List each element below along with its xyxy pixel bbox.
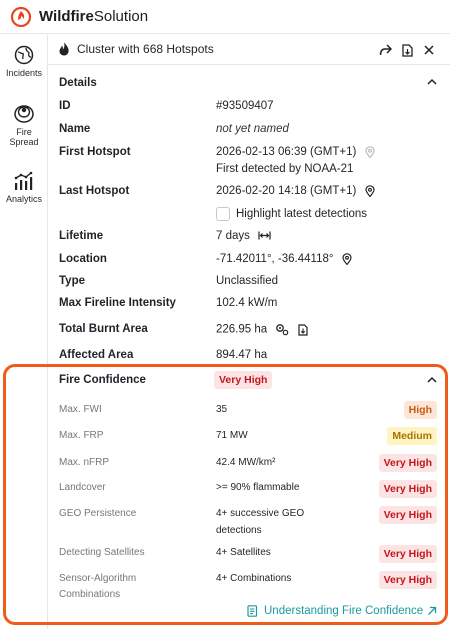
rail-item-fire-spread[interactable]: Fire Spread	[0, 102, 48, 147]
panel-header: Cluster with 668 Hotspots	[48, 35, 450, 65]
brand-bold: Wildfire	[39, 8, 94, 25]
globe-icon	[14, 45, 34, 65]
lifetime-value: 7 days	[216, 230, 271, 242]
export-pdf-button[interactable]	[398, 41, 416, 59]
max-fireline-label: Max Fireline Intensity	[59, 297, 176, 309]
file-download-icon	[401, 43, 413, 57]
top-bar: WildfireSolution	[0, 0, 450, 34]
settings-gear-icon[interactable]	[275, 323, 289, 336]
close-button[interactable]	[420, 41, 438, 59]
details-section-title: Details	[59, 77, 97, 89]
total-burnt-label: Total Burnt Area	[59, 323, 148, 335]
analytics-icon	[14, 171, 33, 190]
last-hotspot-value: 2026-02-20 14:18 (GMT+1)	[216, 185, 375, 197]
last-hotspot-label: Last Hotspot	[59, 185, 130, 197]
timeline-span-icon[interactable]	[258, 231, 271, 240]
location-pin-icon[interactable]	[364, 146, 375, 158]
rail-item-analytics[interactable]: Analytics	[0, 171, 48, 204]
close-icon	[424, 45, 434, 55]
max-fireline-value: 102.4 kW/m	[216, 297, 278, 309]
chevron-up-icon[interactable]	[425, 75, 439, 89]
first-hotspot-label: First Hotspot	[59, 146, 131, 158]
location-value: -71.42011°, -36.44118°	[216, 253, 352, 265]
share-button[interactable]	[376, 41, 394, 59]
last-hotspot-time: 2026-02-20 14:18 (GMT+1)	[216, 185, 357, 198]
type-value: Unclassified	[216, 275, 278, 287]
id-label: ID	[59, 100, 71, 112]
affected-area-label: Affected Area	[59, 349, 134, 361]
id-value: #93509407	[216, 100, 274, 112]
file-download-icon[interactable]	[297, 323, 308, 336]
location-pin-icon[interactable]	[342, 253, 352, 265]
rail-label-spread: Spread	[9, 137, 39, 147]
location-coordinates: -71.42011°, -36.44118°	[216, 253, 334, 266]
wildfire-logo-icon	[11, 6, 31, 27]
name-value: not yet named	[216, 123, 289, 135]
highlight-latest-checkbox[interactable]	[216, 207, 230, 221]
fire-spread-icon	[14, 105, 34, 123]
share-icon	[379, 44, 392, 56]
name-label: Name	[59, 123, 91, 135]
rail-label-incidents: Incidents	[5, 68, 43, 78]
fire-confidence-highlight-frame	[3, 364, 448, 625]
location-label: Location	[59, 253, 107, 265]
first-hotspot-time: 2026-02-13 06:39 (GMT+1)	[216, 146, 357, 159]
rail-label-analytics: Analytics	[5, 194, 42, 204]
first-hotspot-value: 2026-02-13 06:39 (GMT+1)	[216, 146, 375, 158]
brand-light: Solution	[93, 8, 149, 25]
rail-item-incidents[interactable]: Incidents	[0, 45, 48, 78]
rail-label-fire: Fire	[16, 127, 32, 137]
first-detected-by: First detected by NOAA-21	[216, 163, 354, 175]
highlight-latest-label[interactable]: Highlight latest detections	[236, 208, 367, 220]
lifetime-days: 7 days	[216, 230, 250, 242]
lifetime-label: Lifetime	[59, 230, 104, 242]
fire-icon	[59, 42, 69, 56]
brand-name[interactable]: WildfireSolution	[39, 8, 148, 25]
location-pin-icon[interactable]	[364, 185, 375, 197]
affected-area-value: 894.47 ha	[216, 349, 268, 361]
panel-title: Cluster with 668 Hotspots	[77, 42, 214, 56]
total-burnt-value: 226.95 ha	[216, 323, 308, 336]
type-label: Type	[59, 275, 85, 287]
total-burnt-area: 226.95 ha	[216, 323, 268, 336]
